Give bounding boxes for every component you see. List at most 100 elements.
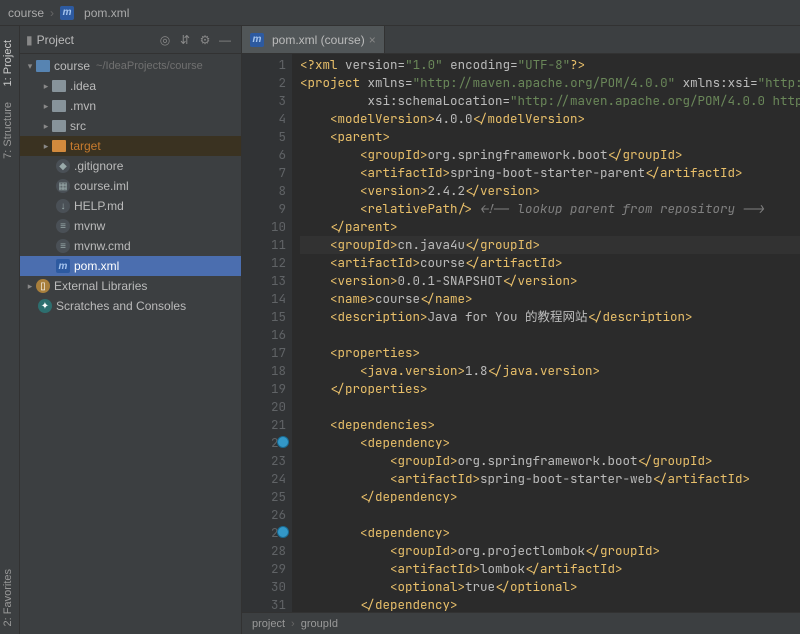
line-number[interactable]: 18 [244,362,286,380]
tool-favorites[interactable]: 2: Favorites [0,561,19,634]
tool-structure[interactable]: 7: Structure [0,94,19,167]
code-line[interactable]: <groupId>org.projectlombok</groupId> [300,542,800,560]
code-line[interactable]: <name>course</name> [300,290,800,308]
tree-file-pom[interactable]: m pom.xml [20,256,241,276]
line-number[interactable]: 27 [244,524,286,542]
chevron-right-icon[interactable]: ▸ [40,141,52,152]
line-number[interactable]: 29 [244,560,286,578]
tool-project[interactable]: 1: Project [0,32,19,94]
code-line[interactable]: <parent> [300,128,800,146]
code-line[interactable] [300,506,800,524]
line-number[interactable]: 14 [244,290,286,308]
project-tree[interactable]: ▾ course ~/IdeaProjects/course ▸ .idea ▸… [20,54,241,634]
line-number[interactable]: 22 [244,434,286,452]
tree-file-iml[interactable]: ▦ course.iml [20,176,241,196]
breadcrumb-file[interactable]: pom.xml [84,6,129,20]
code-editor[interactable]: 1234567891011121314151617181920212223242… [242,54,800,612]
line-number[interactable]: 5 [244,128,286,146]
code-line[interactable]: <version>2.4.2</version> [300,182,800,200]
line-number[interactable]: 17 [244,344,286,362]
chevron-right-icon[interactable]: ▸ [40,81,52,92]
code-line[interactable]: <artifactId>course</artifactId> [300,254,800,272]
line-number[interactable]: 24 [244,470,286,488]
tree-project-root[interactable]: ▾ course ~/IdeaProjects/course [20,56,241,76]
code-line[interactable]: xsi:schemaLocation="http://maven.apache.… [300,92,800,110]
gear-icon[interactable]: ⚙ [195,30,215,50]
code-content[interactable]: <?xml version="1.0" encoding="UTF-8"?><p… [292,54,800,612]
line-number[interactable]: 20 [244,398,286,416]
line-number[interactable]: 13 [244,272,286,290]
line-number[interactable]: 2 [244,74,286,92]
close-icon[interactable]: × [369,33,376,47]
code-line[interactable]: <relativePath/> <!-- lookup parent from … [300,200,800,218]
line-number[interactable]: 1 [244,56,286,74]
tree-file-gitignore[interactable]: ◆ .gitignore [20,156,241,176]
code-line[interactable]: <properties> [300,344,800,362]
code-line[interactable]: <artifactId>spring-boot-starter-parent</… [300,164,800,182]
tree-file-mvnwcmd[interactable]: ≡ mvnw.cmd [20,236,241,256]
line-number[interactable]: 23 [244,452,286,470]
breadcrumb-root[interactable]: course [8,6,44,20]
code-line[interactable]: <groupId>cn.java4u</groupId> [300,236,800,254]
status-groupid[interactable]: groupId [301,618,338,630]
code-line[interactable]: <dependencies> [300,416,800,434]
line-number[interactable]: 31 [244,596,286,612]
code-line[interactable]: <modelVersion>4.0.0</modelVersion> [300,110,800,128]
line-number[interactable]: 11 [244,236,286,254]
line-number[interactable]: 6 [244,146,286,164]
code-line[interactable]: <artifactId>lombok</artifactId> [300,560,800,578]
tree-folder-idea[interactable]: ▸ .idea [20,76,241,96]
locate-icon[interactable]: ◎ [155,30,175,50]
code-line[interactable]: </properties> [300,380,800,398]
status-project[interactable]: project [252,618,285,630]
chevron-right-icon[interactable]: ▸ [24,281,36,292]
code-line[interactable]: <description>Java for You 的教程网站</descrip… [300,308,800,326]
tree-external-libraries[interactable]: ▸ ▯ External Libraries [20,276,241,296]
line-number[interactable]: 12 [244,254,286,272]
gutter-mark-icon[interactable] [277,436,289,448]
panel-title[interactable]: Project [37,33,155,47]
line-number[interactable]: 26 [244,506,286,524]
tree-folder-mvn[interactable]: ▸ .mvn [20,96,241,116]
tab-pom[interactable]: m pom.xml (course) × [242,26,385,53]
code-line[interactable]: </dependency> [300,596,800,612]
tree-file-mvnw[interactable]: ≡ mvnw [20,216,241,236]
code-line[interactable]: <artifactId>spring-boot-starter-web</art… [300,470,800,488]
code-line[interactable]: <java.version>1.8</java.version> [300,362,800,380]
chevron-right-icon[interactable]: ▸ [40,121,52,132]
gutter[interactable]: 1234567891011121314151617181920212223242… [242,54,292,612]
line-number[interactable]: 15 [244,308,286,326]
line-number[interactable]: 16 [244,326,286,344]
code-line[interactable] [300,326,800,344]
line-number[interactable]: 7 [244,164,286,182]
line-number[interactable]: 30 [244,578,286,596]
tree-file-help[interactable]: ↓ HELP.md [20,196,241,216]
code-line[interactable]: <optional>true</optional> [300,578,800,596]
line-number[interactable]: 28 [244,542,286,560]
tree-folder-target[interactable]: ▸ target [20,136,241,156]
code-line[interactable]: <groupId>org.springframework.boot</group… [300,146,800,164]
line-number[interactable]: 21 [244,416,286,434]
tree-folder-src[interactable]: ▸ src [20,116,241,136]
expand-icon[interactable]: ⇵ [175,30,195,50]
line-number[interactable]: 10 [244,218,286,236]
line-number[interactable]: 19 [244,380,286,398]
code-line[interactable]: <project xmlns="http://maven.apache.org/… [300,74,800,92]
code-line[interactable] [300,398,800,416]
hide-icon[interactable]: — [215,30,235,50]
tree-scratches[interactable]: ✦ Scratches and Consoles [20,296,241,316]
line-number[interactable]: 9 [244,200,286,218]
chevron-down-icon[interactable]: ▾ [24,61,36,72]
chevron-right-icon[interactable]: ▸ [40,101,52,112]
gutter-mark-icon[interactable] [277,526,289,538]
line-number[interactable]: 25 [244,488,286,506]
line-number[interactable]: 8 [244,182,286,200]
code-line[interactable]: <groupId>org.springframework.boot</group… [300,452,800,470]
code-line[interactable]: </dependency> [300,488,800,506]
code-line[interactable]: <dependency> [300,524,800,542]
code-line[interactable]: <version>0.0.1-SNAPSHOT</version> [300,272,800,290]
code-line[interactable]: <?xml version="1.0" encoding="UTF-8"?> [300,56,800,74]
code-line[interactable]: </parent> [300,218,800,236]
line-number[interactable]: 4 [244,110,286,128]
code-line[interactable]: <dependency> [300,434,800,452]
